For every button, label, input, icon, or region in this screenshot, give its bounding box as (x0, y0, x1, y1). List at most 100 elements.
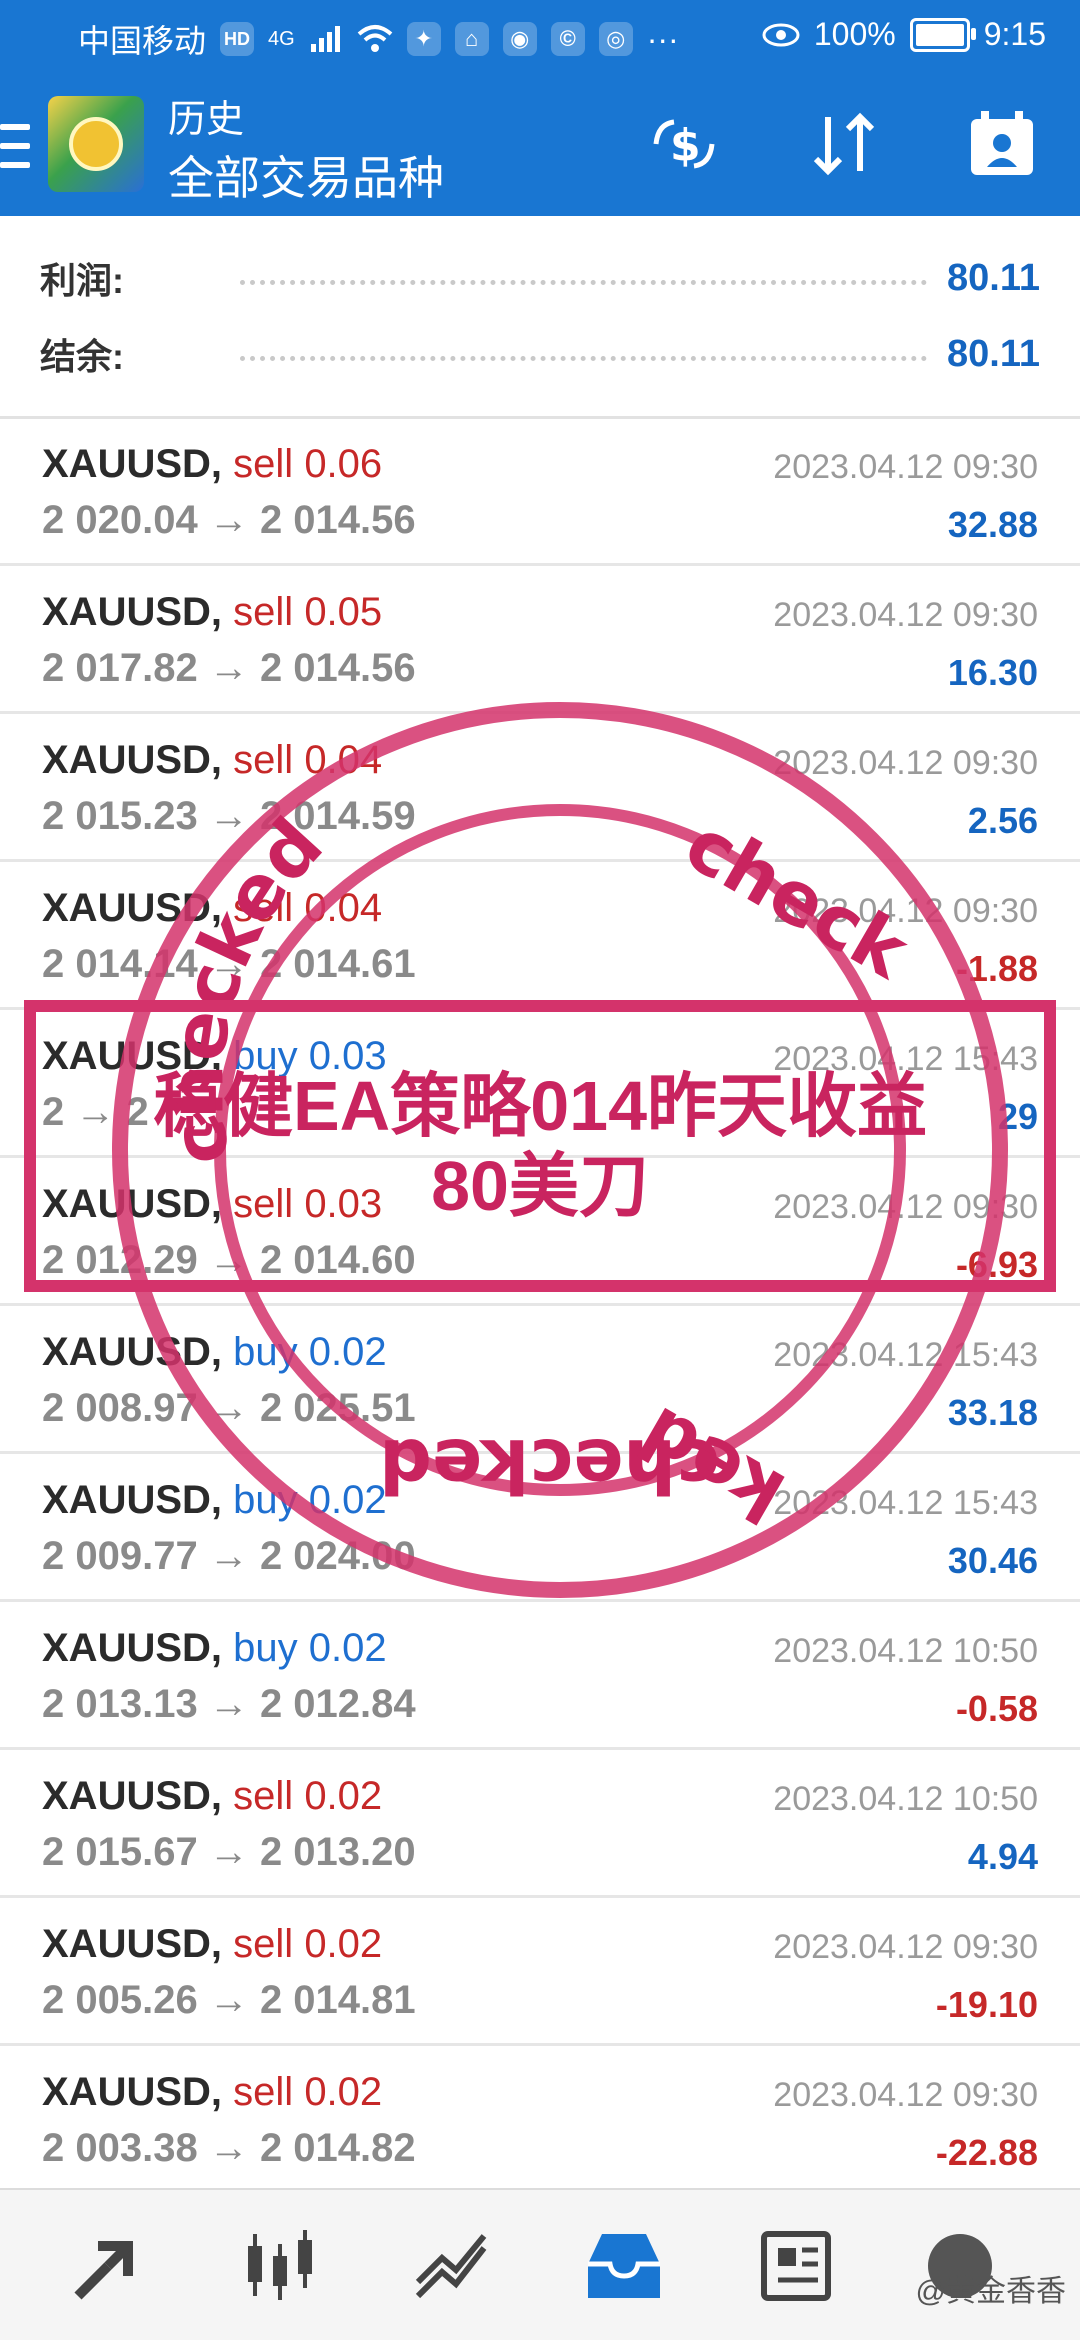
trade-symbol: XAUUSD, sell 0.04 (42, 886, 382, 931)
close-price: 2 014.82 (259, 2126, 416, 2170)
trade-row[interactable]: XAUUSD, buy 0.02 2 009.77 → 2 024.00 2023.… (0, 1454, 1080, 1602)
calendar-button[interactable] (966, 108, 1038, 180)
trade-row[interactable]: XAUUSD, sell 0.02 2 005.26 → 2 014.81 2023… (0, 1898, 1080, 2046)
trade-time: 2023.04.12 09:30 (773, 744, 1038, 782)
volume-label: 0.04 (304, 886, 383, 930)
trade-side: sell 0.02 (233, 1774, 382, 1818)
trade-row[interactable]: XAUUSD, sell 0.02 2 003.38 → 2 014.82 2023… (0, 2046, 1080, 2194)
arrow-right-icon: → (197, 2126, 260, 2170)
close-price: 2 012.84 (259, 1682, 416, 1726)
battery-icon (909, 17, 976, 52)
chart-icon (248, 2230, 312, 2300)
side-label: buy (233, 1478, 298, 1522)
nav-news[interactable] (746, 2216, 846, 2316)
arrow-right-icon: → (197, 794, 260, 838)
trade-time: 2023.04.12 15:43 (773, 1484, 1038, 1522)
close-price: 2 025.51 (259, 1386, 416, 1430)
volume-label: 0.02 (308, 1330, 387, 1374)
trade-row[interactable]: XAUUSD, sell 0.05 2 017.82 → 2 014.56 2023… (0, 566, 1080, 714)
symbol-label: XAUUSD, (42, 1774, 223, 1818)
side-label: sell (233, 590, 294, 634)
promo-line-2: 80美刀 (431, 1147, 649, 1225)
trade-profit: -19.10 (935, 1984, 1038, 2025)
close-price: 2 014.56 (259, 498, 416, 542)
watermark-text: @黄金香香 (915, 2275, 1066, 2308)
volume-label: 0.06 (304, 442, 383, 486)
trade-time: 2023.04.12 10:50 (773, 1780, 1038, 1818)
balance-row: 结余: 80.11 (40, 324, 1040, 384)
status-bar: 中国移动 HD 4G ✦ ⌂ ◉ © ◎ ··· 100% 9:15 (0, 0, 1080, 70)
signal-icon (310, 26, 340, 52)
network-label: 4G (268, 27, 295, 50)
arrow-right-icon: → (197, 1830, 260, 1874)
trade-side: sell 0.05 (233, 590, 382, 634)
volume-label: 0.02 (308, 1478, 387, 1522)
trade-prices: 2 017.82 → 2 014.56 (42, 646, 416, 691)
symbol-label: XAUUSD, (42, 886, 223, 930)
trade-row[interactable]: XAUUSD, buy 0.02 2 008.97 → 2 025.51 2023.… (0, 1306, 1080, 1454)
dotted-leader (240, 279, 927, 285)
summary-panel: 利润: 80.11 结余: 80.11 (0, 216, 1080, 416)
trade-profit: 32.88 (947, 504, 1038, 545)
side-label: sell (233, 442, 294, 486)
trade-side: buy 0.02 (233, 1478, 386, 1522)
trade-symbol: XAUUSD, buy 0.02 (42, 1626, 387, 1671)
trade-prices: 2 015.67 → 2 013.20 (42, 1830, 416, 1875)
trade-side: sell 0.02 (233, 2070, 382, 2114)
trade-prices: 2 003.38 → 2 014.82 (42, 2126, 416, 2171)
currency-refresh-button[interactable]: $ (648, 108, 720, 180)
volume-label: 0.05 (304, 590, 383, 634)
trade-profit: 16.30 (947, 652, 1038, 693)
side-label: sell (233, 886, 294, 930)
arrow-right-icon: → (197, 1534, 260, 1578)
promo-line-1: 稳健EA策略014昨天收益 (152, 1066, 928, 1145)
calendar-icon (971, 111, 1033, 175)
trade-symbol: XAUUSD, sell 0.02 (42, 1922, 382, 1967)
trade-time: 2023.04.12 10:50 (773, 1632, 1038, 1670)
open-price: 2 008.97 (42, 1386, 198, 1430)
app-logo (48, 96, 144, 192)
promo-banner: 稳健EA策略014昨天收益 80美刀 (24, 1000, 1056, 1292)
trade-profit: 33.18 (947, 1392, 1038, 1433)
profit-value: 80.11 (947, 256, 1040, 299)
open-price: 2 020.04 (42, 498, 198, 542)
trade-profit: -0.58 (955, 1688, 1038, 1729)
weibo-icon: ◎ (598, 22, 633, 56)
trade-row[interactable]: XAUUSD, sell 0.04 2 014.14 → 2 014.61 2023… (0, 862, 1080, 1010)
page-subtitle: 历史 (168, 99, 245, 141)
side-label: buy (233, 1330, 298, 1374)
trade-row[interactable]: XAUUSD, sell 0.04 2 015.23 → 2 014.59 2023… (0, 714, 1080, 862)
side-label: sell (233, 2070, 294, 2114)
trade-profit: 4.94 (967, 1836, 1038, 1877)
profit-label: 利润: (40, 260, 124, 301)
trade-profit: -22.88 (935, 2132, 1038, 2173)
arrow-right-icon: → (197, 1978, 260, 2022)
nav-history[interactable] (574, 2216, 674, 2316)
nav-trade[interactable] (402, 2216, 502, 2316)
wifi-icon (357, 25, 393, 52)
trade-symbol: XAUUSD, sell 0.02 (42, 1774, 382, 1819)
sort-button[interactable] (808, 108, 880, 180)
symbol-filter-title[interactable]: 全部交易品种 (168, 142, 444, 208)
trade-row[interactable]: XAUUSD, buy 0.02 2 013.13 → 2 012.84 2023.… (0, 1602, 1080, 1750)
trade-side: buy 0.02 (233, 1330, 386, 1374)
more-notifications-icon: ··· (646, 20, 679, 57)
trade-row[interactable]: XAUUSD, sell 0.02 2 015.67 → 2 013.20 2023… (0, 1750, 1080, 1898)
quotes-icon (74, 2241, 133, 2300)
volume-label: 0.02 (304, 2070, 383, 2114)
trade-side: sell 0.04 (233, 886, 382, 930)
trade-prices: 2 009.77 → 2 024.00 (42, 1534, 416, 1579)
symbol-label: XAUUSD, (42, 590, 223, 634)
side-label: sell (233, 1922, 294, 1966)
nav-chart[interactable] (230, 2216, 330, 2316)
trade-side: sell 0.02 (233, 1922, 382, 1966)
trade-row[interactable]: XAUUSD, sell 0.06 2 020.04 → 2 014.56 2023… (0, 418, 1080, 566)
app-bar: 历史 全部交易品种 $ (0, 70, 1080, 216)
sort-icon (813, 112, 875, 176)
trade-prices: 2 008.97 → 2 025.51 (42, 1386, 416, 1431)
open-price: 2 015.67 (42, 1830, 198, 1874)
close-price: 2 013.20 (259, 1830, 416, 1874)
menu-icon[interactable] (0, 124, 30, 168)
arrow-right-icon: → (197, 1386, 260, 1430)
nav-quotes[interactable] (58, 2216, 158, 2316)
